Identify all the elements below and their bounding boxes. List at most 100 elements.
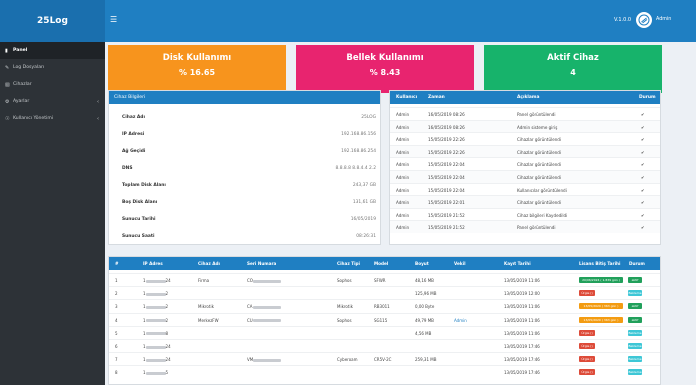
check-icon: ✔ [641, 112, 645, 117]
redacted-block [145, 319, 166, 323]
table-row[interactable]: Admin 15/05/2019 21:52 Cihaz bilgileri K… [390, 207, 660, 221]
col-status: Durum [629, 261, 645, 266]
log-user: Admin [396, 225, 410, 231]
redacted-block [145, 332, 166, 336]
log-desc: Cihazlar görüntülendi [517, 200, 562, 206]
log-table-header: Kullanıcı Zaman Açıklama Durum [390, 91, 660, 104]
log-desc: Cihaz bilgileri Kaydedildi [517, 212, 568, 218]
table-row[interactable]: Admin 16/05/2019 08:26 Admin sisteme gir… [390, 119, 660, 133]
device-info-panel: Cihaz Bilgileri Cihaz Adı 25LOG IP Adres… [108, 90, 381, 245]
info-key: DNS [122, 166, 133, 171]
log-time: 15/05/2019 22:04 [428, 187, 465, 193]
user-name[interactable]: Admin [656, 17, 671, 22]
table-row[interactable]: 2 1 2 125,96 MB 13/05/2019 12:00 Ürgle () Bekl… [109, 286, 660, 298]
device-size: 48,16 MB [415, 278, 434, 283]
device-index: 2 [115, 291, 118, 297]
log-user: Admin [396, 175, 410, 180]
sidebar-item-log-files[interactable]: ✎ Log Dosyaları [0, 59, 105, 76]
stat-title: Bellek Kullanımı [346, 53, 424, 63]
status-badge[interactable]: Bekleme [628, 343, 642, 349]
log-time: 15/05/2019 22:01 [428, 200, 465, 206]
device-type: Sophos [337, 317, 352, 323]
log-desc: Cihazlar görüntülendi [517, 162, 562, 168]
log-user: Admin [396, 149, 410, 155]
device-serial: VM [247, 357, 282, 362]
sidebar-item-settings[interactable]: ⚙ Ayarlar ‹ [0, 93, 105, 110]
avatar[interactable] [636, 12, 652, 28]
status-badge[interactable]: aktif [628, 316, 642, 323]
table-row[interactable]: 7 1 24 VM Cyberoam CR5V-2C 259,31 MB 13/05/2019… [109, 352, 660, 364]
sidebar-item-panel[interactable]: ▮ Panel [0, 42, 105, 59]
stat-value: % 8.43 [369, 68, 401, 77]
log-user: Admin [396, 212, 410, 218]
device-proxy: Admin [454, 317, 467, 323]
sidebar-item-user-management[interactable]: ☉ Kullanıcı Yönetimi ‹ [0, 110, 105, 127]
table-row[interactable]: Admin 15/05/2019 22:04 Cihazlar görüntül… [390, 157, 660, 170]
info-value: 243,37 GB [352, 183, 376, 188]
table-row[interactable]: Admin 15/05/2019 22:04 Cihazlar görüntül… [390, 170, 660, 183]
device-index: 3 [115, 304, 118, 310]
check-icon: ✔ [641, 212, 645, 218]
table-row[interactable]: Admin 15/05/2019 22:04 Kullanıcılar görü… [390, 182, 660, 196]
check-icon: ✔ [641, 225, 645, 231]
table-row[interactable]: Admin 15/05/2019 22:26 Cihazlar görüntül… [390, 144, 660, 158]
col-status: Durum [639, 95, 656, 100]
info-key: Sunucu Saati [122, 234, 155, 239]
col-serial: Seri Numara [247, 261, 277, 266]
hamburger-icon[interactable]: ☰ [110, 15, 120, 25]
info-value: 8.8.8.8 8.8.4.4 2.2 [335, 166, 377, 171]
log-user: Admin [396, 200, 410, 206]
table-row[interactable]: Admin 15/05/2019 22:26 Cihazlar görüntül… [390, 132, 660, 145]
table-row[interactable]: 5 1 8 4,56 MB 13/05/2019 11:06 Ürgle () Beklem… [109, 325, 660, 338]
stat-value: % 16.65 [178, 68, 216, 77]
log-desc: Cihazlar görüntülendi [517, 149, 562, 155]
check-icon: ✔ [641, 175, 645, 180]
stat-value: 4 [570, 68, 576, 77]
license-badge: Ürgle () [579, 329, 595, 336]
status-badge[interactable]: aktif [628, 303, 642, 310]
sidebar-item-label: Panel [13, 48, 28, 53]
col-time: Zaman [428, 95, 445, 100]
table-row[interactable]: 6 1 24 13/05/2019 17:46 Ürgle () Bekleme [109, 339, 660, 351]
log-desc: Kullanıcılar görüntülendi [517, 187, 567, 193]
col-date: Kayıt Tarihi [504, 261, 531, 266]
status-badge[interactable]: Bekleme [628, 290, 642, 297]
info-value: 16/05/2019 [350, 217, 376, 222]
sidebar-item-label: Log Dosyaları [13, 65, 45, 70]
table-row[interactable]: Admin 16/05/2019 08:26 Panel görüntülend… [390, 107, 660, 120]
check-icon: ✔ [641, 187, 645, 193]
log-time: 15/05/2019 22:04 [428, 175, 465, 180]
log-time: 15/05/2019 22:04 [428, 162, 465, 168]
check-icon: ✔ [641, 149, 645, 155]
user-avatar-icon [638, 14, 650, 26]
info-key: Ağ Geçidi [122, 149, 146, 154]
sidebar-item-devices[interactable]: ▧ Cihazlar [0, 76, 105, 93]
table-row[interactable]: 4 1 2 MerkezFW CU Sophos SG115 49,79 MB Admin 13/… [109, 312, 660, 325]
device-index: 7 [115, 357, 118, 363]
table-row[interactable]: 8 1 5 13/05/2019 17:46 Ürgle () Bekleme [109, 365, 660, 377]
device-serial: CU [247, 318, 281, 323]
info-value: 25LOG [361, 115, 376, 120]
brand-logo[interactable]: 25Log [0, 0, 105, 42]
device-size: 49,79 MB [415, 317, 434, 323]
info-value: 131,61 GB [352, 200, 376, 205]
redacted-block [252, 319, 281, 323]
status-badge[interactable]: aktif [628, 277, 642, 283]
status-badge[interactable]: Bekleme [628, 356, 642, 363]
log-panel: Kullanıcı Zaman Açıklama Durum Admin 16/… [389, 90, 661, 245]
license-badge: Ürgle () [579, 290, 595, 297]
device-index: 4 [115, 317, 118, 323]
redacted-block [145, 279, 166, 283]
table-row[interactable]: 3 1 2 Mikrotik CA Mikrotik RB3011 0,00 Byte 13/0… [109, 299, 660, 311]
license-badge: 13/05/2020 ( 363 gün ) [579, 303, 623, 310]
log-user: Admin [396, 137, 410, 143]
info-key: Cihaz Adı [122, 115, 145, 120]
status-badge[interactable]: Bekleme [628, 329, 642, 336]
table-row[interactable]: Admin 15/05/2019 22:01 Cihazlar görüntül… [390, 195, 660, 208]
info-value: 08:26:31 [356, 234, 376, 239]
table-row[interactable]: Admin 15/05/2019 21:52 Panel görüntülend… [390, 220, 660, 233]
redacted-block [145, 358, 166, 362]
edit-icon: ✎ [5, 64, 10, 71]
table-row[interactable]: 1 1 24 Firma CO Sophos SFWR 48,16 MB 13/05/2019 … [109, 273, 660, 285]
status-badge[interactable]: Bekleme [628, 369, 642, 376]
